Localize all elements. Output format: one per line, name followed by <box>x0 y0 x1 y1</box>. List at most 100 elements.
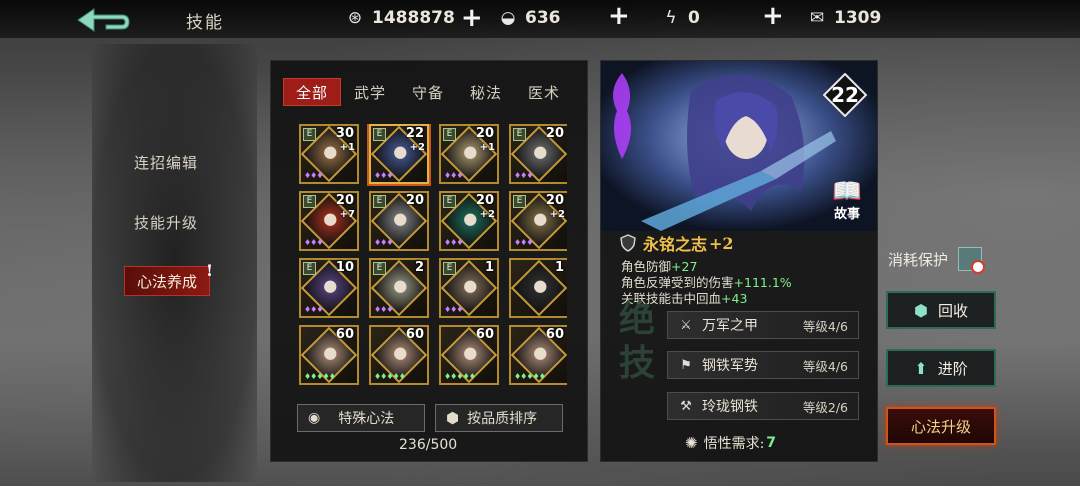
nav-skill-upgrade[interactable]: 技能升级 <box>134 212 198 233</box>
skill-card[interactable]: E 10 ♦♦♦ <box>299 258 359 318</box>
skill-card-level: 60 <box>405 327 424 342</box>
skill-detail-panel: 22 📖 故事 永铭之志 +2 角色防御+27 角色反弹受到的伤害+111.1%… <box>600 60 878 462</box>
skill-card[interactable]: E 1 ♦♦♦ <box>439 258 499 318</box>
star-gems-icon: ♦♦♦♦♦ <box>444 372 476 381</box>
skill-card[interactable]: 60 ♦♦♦♦♦ <box>369 325 429 385</box>
star-gems-icon: ♦♦♦ <box>514 238 533 247</box>
skill-card-level: 2 <box>414 260 424 275</box>
skill-card[interactable]: E 20 +2 ♦♦♦ <box>509 191 567 251</box>
tab-martial[interactable]: 武学 <box>341 78 399 106</box>
skill-card[interactable]: E 22 +2 ♦♦♦ <box>369 124 429 184</box>
skill-card-plus: +2 <box>409 142 425 153</box>
equipped-badge: E <box>303 262 316 275</box>
skill-card[interactable]: 1 <box>509 258 567 318</box>
back-arrow-icon[interactable] <box>72 6 132 34</box>
skill-name-plus: +2 <box>709 233 734 253</box>
insight-icon: ✺ <box>685 434 698 452</box>
skill-card[interactable]: E 20 +7 ♦♦♦ <box>299 191 359 251</box>
sort-label: 按品质排序 <box>467 411 538 427</box>
lightning-icon: ϟ <box>665 8 677 28</box>
skill-card[interactable]: 60 ♦♦♦♦♦ <box>509 325 567 385</box>
skill-card[interactable]: 60 ♦♦♦♦♦ <box>299 325 359 385</box>
recycle-label: 回收 <box>937 301 968 320</box>
level-badge: 22 <box>822 72 868 118</box>
skill-card[interactable]: E 20 ♦♦♦ <box>509 124 567 184</box>
equipped-badge: E <box>373 128 386 141</box>
silver-ingot-icon: ◒ <box>500 8 516 28</box>
equipped-badge: E <box>513 128 526 141</box>
protect-toggle-icon[interactable] <box>958 247 986 274</box>
subskill-row[interactable]: ⚔ 万军之甲 等级4/6 <box>667 311 859 339</box>
insight-requirement: ✺ 悟性需求: 7 <box>685 433 776 453</box>
currency-coin: ⊛ 1488878 + <box>344 5 483 31</box>
currency-ticket: ✉ 1309 <box>806 6 881 30</box>
skill-card-level: 20 <box>405 193 424 208</box>
tab-all[interactable]: 全部 <box>283 78 341 106</box>
skill-card-plus: +1 <box>339 142 355 153</box>
story-button[interactable]: 📖 故事 <box>829 179 865 223</box>
star-gems-icon: ♦♦♦ <box>444 238 463 247</box>
skill-card-level: 20 <box>545 193 564 208</box>
star-gems-icon: ♦♦♦ <box>374 171 393 180</box>
left-nav <box>92 44 257 482</box>
skill-card-plus: +2 <box>479 209 495 220</box>
consume-protection[interactable]: 消耗保护 <box>888 247 986 274</box>
skill-card[interactable]: E 20 ♦♦♦ <box>369 191 429 251</box>
currency-value: 636 <box>525 8 561 28</box>
skill-card-level: 1 <box>554 260 564 275</box>
add-silver-button[interactable]: + <box>608 1 630 31</box>
cube-icon: ⬢ <box>914 300 928 320</box>
nav-active-label: 心法养成 <box>136 272 197 291</box>
skill-card[interactable]: E 20 +1 ♦♦♦ <box>439 124 499 184</box>
add-coin-button[interactable]: + <box>461 5 483 31</box>
equipped-badge: E <box>513 195 526 208</box>
coin-icon: ⊛ <box>347 8 363 28</box>
steel-icon: ⚒ <box>680 398 692 414</box>
skill-name: 永铭之志 +2 <box>619 231 734 255</box>
army-icon: ⚑ <box>680 357 692 373</box>
skill-card-level: 20 <box>475 126 494 141</box>
subskill-level: 等级4/6 <box>802 318 848 334</box>
level-badge-value: 22 <box>831 83 859 107</box>
subskill-row[interactable]: ⚑ 钢铁军势 等级4/6 <box>667 351 859 379</box>
page-title: 技能 <box>186 13 224 33</box>
star-gems-icon: ♦♦♦ <box>514 171 533 180</box>
ultimate-label: 绝技 <box>618 298 655 384</box>
currency-energy: ϟ 0 <box>660 6 699 30</box>
skill-card-level: 10 <box>335 260 354 275</box>
tab-medicine[interactable]: 医术 <box>515 78 573 106</box>
recycle-button[interactable]: ⬢ 回收 <box>886 291 996 329</box>
star-gems-icon: ♦♦♦♦♦ <box>374 372 406 381</box>
equipped-badge: E <box>373 262 386 275</box>
skill-card[interactable]: E 2 ♦♦♦ <box>369 258 429 318</box>
advance-button[interactable]: ⬆ 进阶 <box>886 349 996 387</box>
currency-value: 1488878 <box>372 8 455 28</box>
requirement-label: 悟性需求: <box>703 436 765 452</box>
forbid-icon <box>971 260 986 274</box>
skill-card[interactable]: E 20 +2 ♦♦♦ <box>439 191 499 251</box>
add-energy-button[interactable]: + <box>762 1 784 31</box>
special-method-button[interactable]: ◉ 特殊心法 <box>297 404 425 432</box>
skill-card-level: 20 <box>545 126 564 141</box>
nav-combo-edit[interactable]: 连招编辑 <box>134 152 198 173</box>
skill-card[interactable]: E 30 +1 ♦♦♦ <box>299 124 359 184</box>
skill-card-plus: +7 <box>339 209 355 220</box>
nav-mind-method-active[interactable]: 心法养成 ! <box>124 261 213 296</box>
equipped-badge: E <box>443 128 456 141</box>
skill-card-plus: +1 <box>479 142 495 153</box>
equipped-badge: E <box>303 128 316 141</box>
equipped-badge: E <box>373 195 386 208</box>
skill-card-level: 22 <box>405 126 424 141</box>
upgrade-method-button[interactable]: 心法升级 <box>886 407 996 445</box>
skill-card[interactable]: 60 ♦♦♦♦♦ <box>439 325 499 385</box>
subskill-row[interactable]: ⚒ 玲珑钢铁 等级2/6 <box>667 392 859 420</box>
equipped-badge: E <box>303 195 316 208</box>
tab-defense[interactable]: 守备 <box>399 78 457 106</box>
purple-emblem-icon <box>613 73 631 159</box>
star-gems-icon: ♦♦♦ <box>304 238 323 247</box>
sort-by-quality-button[interactable]: ⬢ 按品质排序 <box>435 404 563 432</box>
subskill-name: 万军之甲 <box>702 318 758 334</box>
tab-secret[interactable]: 秘法 <box>457 78 515 106</box>
skill-card-level: 20 <box>475 193 494 208</box>
subskill-level: 等级4/6 <box>802 358 848 374</box>
